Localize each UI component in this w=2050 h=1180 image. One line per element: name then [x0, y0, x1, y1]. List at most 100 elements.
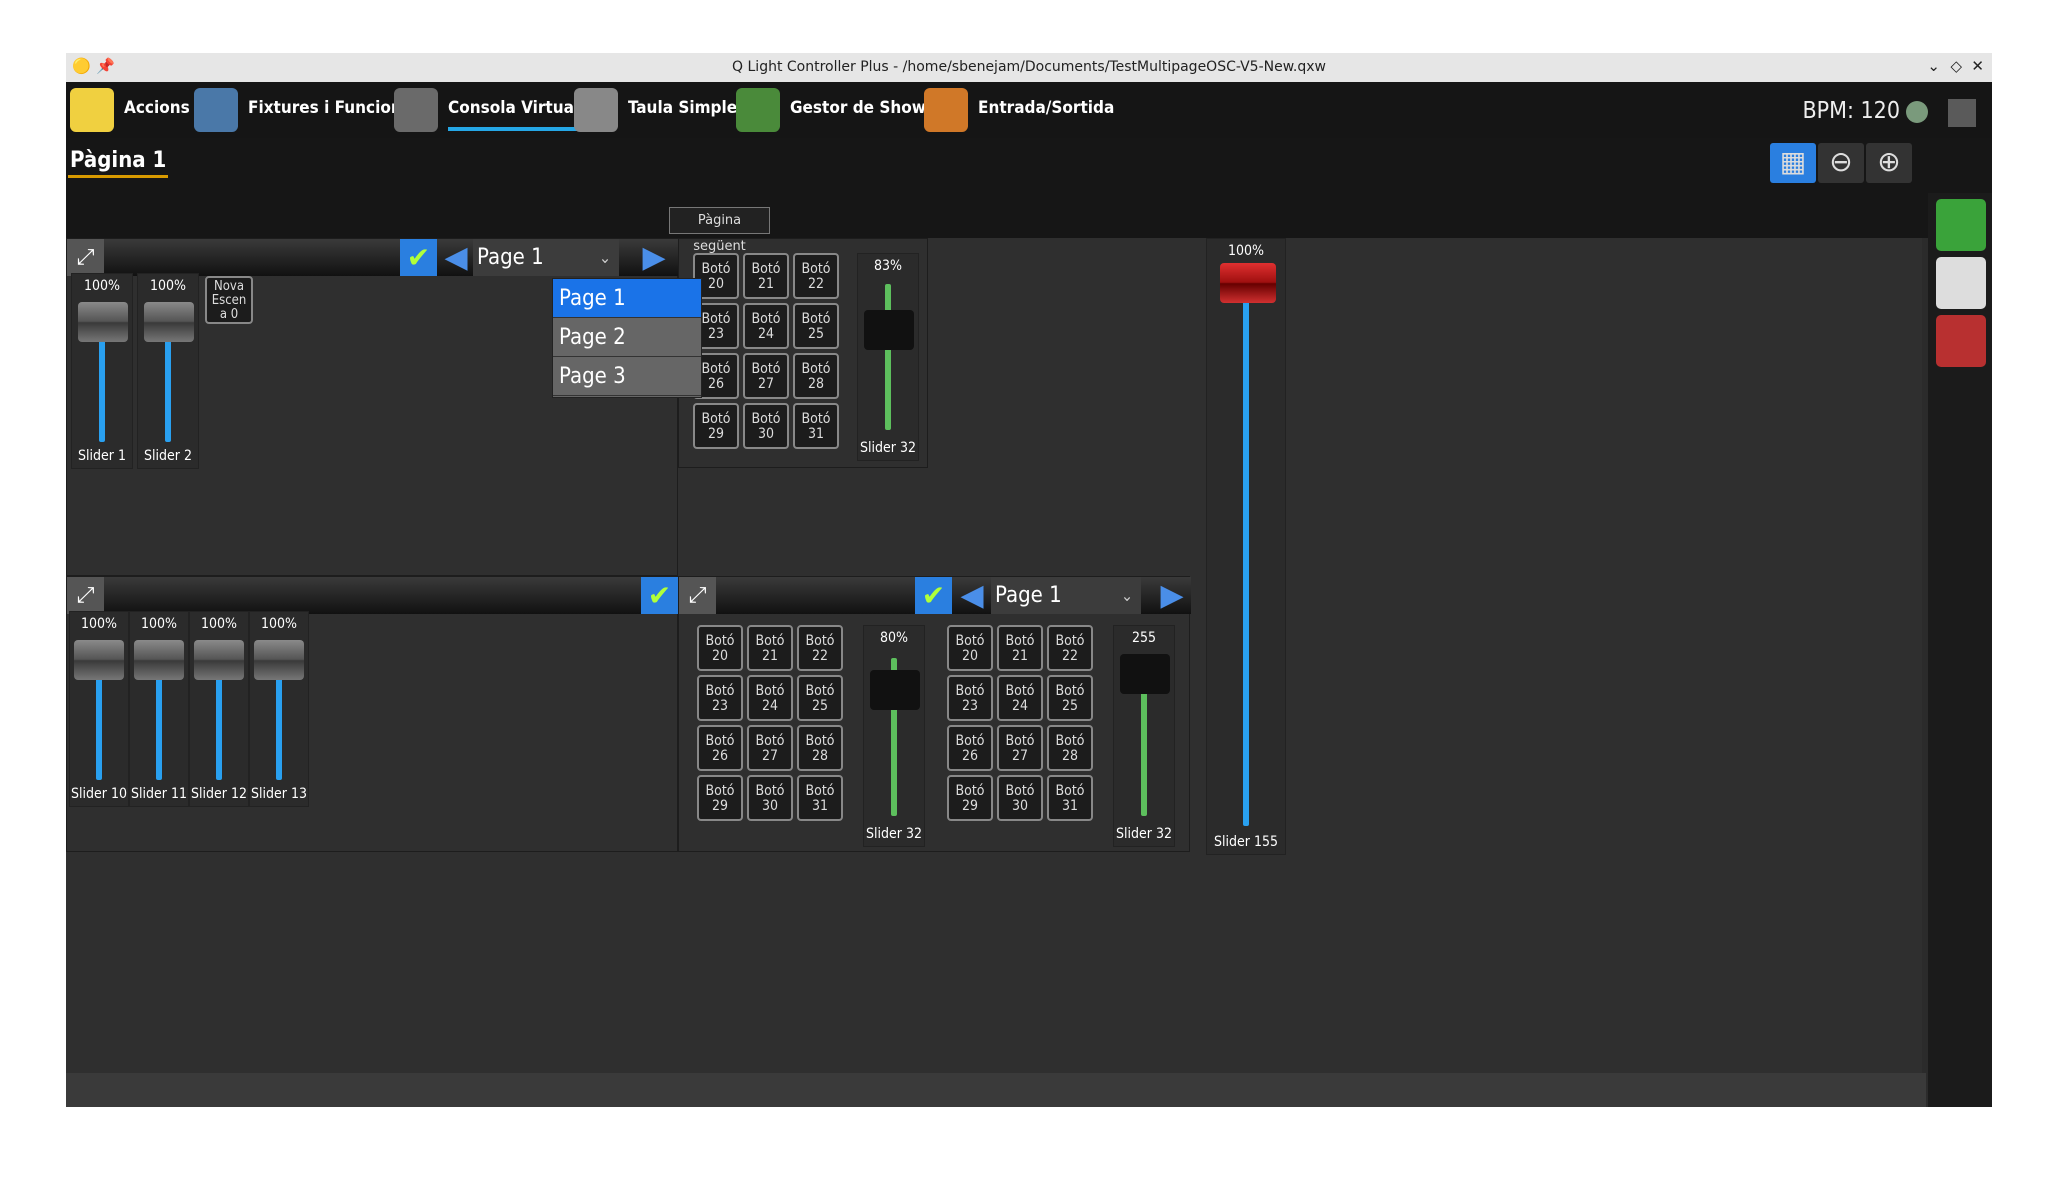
grid-button[interactable]: Botó 27	[747, 725, 793, 771]
grid-button[interactable]: Botó 28	[797, 725, 843, 771]
grid-button[interactable]: Botó 20	[947, 625, 993, 671]
slider-155[interactable]: 100% Slider 155	[1206, 238, 1286, 855]
previous-page-arrow-icon[interactable]: ◀	[955, 579, 989, 613]
grid-button[interactable]: Botó 30	[997, 775, 1043, 821]
slider[interactable]: 100% Slider 2	[137, 273, 199, 469]
slider[interactable]: 83% Slider 32	[857, 253, 919, 461]
grid-button[interactable]: Botó 29	[947, 775, 993, 821]
previous-page-arrow-icon[interactable]: ◀	[439, 241, 473, 275]
collapse-icon[interactable]: ⤢	[67, 239, 104, 276]
grid-button[interactable]: Botó 30	[743, 403, 789, 449]
grid-button[interactable]: Botó 31	[793, 403, 839, 449]
page-select[interactable]: Page 1 ⌄	[991, 577, 1141, 614]
grid-button[interactable]: Botó 22	[1047, 625, 1093, 671]
slider-knob[interactable]	[254, 640, 304, 680]
lightbulb-icon	[70, 88, 114, 132]
enable-checkmark-icon[interactable]: ✔	[915, 577, 952, 614]
grid-button[interactable]: Botó 23	[947, 675, 993, 721]
bpm-label[interactable]: BPM: 120	[1802, 98, 1900, 124]
cubes-icon[interactable]	[1936, 315, 1986, 367]
grid-button[interactable]: Botó 31	[797, 775, 843, 821]
enable-checkmark-icon[interactable]: ✔	[400, 239, 437, 276]
frame-header[interactable]	[67, 577, 679, 614]
collapse-icon[interactable]: ⤢	[679, 577, 716, 614]
grid-button[interactable]: Botó 23	[697, 675, 743, 721]
grid-button[interactable]: Botó 25	[797, 675, 843, 721]
grid-icon[interactable]: ▦	[1770, 143, 1816, 183]
grid-button[interactable]: Botó 22	[797, 625, 843, 671]
next-page-tooltip: Pàgina següent	[669, 207, 770, 254]
grid-button[interactable]: Botó 20	[697, 625, 743, 671]
grid-button[interactable]: Botó 25	[793, 303, 839, 349]
slider[interactable]: 255 Slider 32	[1113, 625, 1175, 847]
grid-button[interactable]: Botó 26	[947, 725, 993, 771]
right-toolbar	[1928, 193, 1992, 1107]
tab-input-output[interactable]: Entrada/Sortida	[924, 82, 1114, 138]
grid-button[interactable]: Botó 24	[747, 675, 793, 721]
zoom-in-icon[interactable]: ⊕	[1866, 143, 1912, 183]
grid-button[interactable]: Botó 28	[1047, 725, 1093, 771]
slider[interactable]: 100% Slider 1	[71, 273, 133, 469]
sliders-frame: ⤢ ✔ 100% Slider 10 100% Slider 11 100% Slider…	[66, 576, 679, 852]
fixtures-icon	[194, 88, 238, 132]
page-bar	[66, 138, 1992, 238]
tab-actions[interactable]: Accions	[70, 82, 190, 138]
grid-button[interactable]: Botó 31	[1047, 775, 1093, 821]
tab-virtual-console[interactable]: Consola Virtual	[394, 82, 580, 138]
next-page-arrow-icon[interactable]: ▶	[637, 241, 671, 275]
slider[interactable]: 80% Slider 32	[863, 625, 925, 847]
arrows-icon	[924, 88, 968, 132]
minimize-button[interactable]: ⌄	[1927, 57, 1940, 75]
grid-button[interactable]: Botó 21	[997, 625, 1043, 671]
horizontal-scrollbar[interactable]	[66, 1073, 1926, 1107]
grid-button[interactable]: Botó 21	[747, 625, 793, 671]
grid-button[interactable]: Botó 29	[693, 403, 739, 449]
title-bar: 🟡 📌 Q Light Controller Plus - /home/sben…	[66, 53, 1992, 82]
slider[interactable]: 100% Slider 10	[69, 611, 129, 807]
page-option[interactable]: Page 1	[553, 279, 701, 318]
tab-show-manager[interactable]: Gestor de Shows	[736, 82, 935, 138]
slider-knob[interactable]	[74, 640, 124, 680]
grid-button[interactable]: Botó 25	[1047, 675, 1093, 721]
close-button[interactable]: ✕	[1971, 57, 1984, 75]
grid-button[interactable]: Botó 24	[997, 675, 1043, 721]
console-icon	[394, 88, 438, 132]
maximize-button[interactable]: ◇	[1950, 57, 1962, 75]
grid-button[interactable]: Botó 27	[743, 353, 789, 399]
collapse-icon[interactable]: ⤢	[67, 577, 104, 614]
page-option[interactable]: Page 3	[553, 357, 701, 396]
slider-knob[interactable]	[144, 302, 194, 342]
grid-button[interactable]: Botó 22	[793, 253, 839, 299]
scene-button[interactable]: Nova Escen a 0	[205, 276, 253, 324]
tab-simple-desk[interactable]: Taula Simple	[574, 82, 737, 138]
grid-button[interactable]: Botó 30	[747, 775, 793, 821]
slider-knob[interactable]	[78, 302, 128, 342]
grid-button[interactable]: Botó 21	[743, 253, 789, 299]
grid-button[interactable]: Botó 29	[697, 775, 743, 821]
virtual-console-canvas: ⤢ ✔ ◀ Page 1 ⌄ ▶ 100% Slider 1 100% Slide…	[66, 238, 1922, 1107]
slider-knob[interactable]	[1220, 263, 1276, 303]
page-tab[interactable]: Pàgina 1	[68, 148, 169, 178]
page-dropdown[interactable]: Page 1 Page 2 Page 3	[552, 278, 702, 398]
slider[interactable]: 100% Slider 12	[189, 611, 249, 807]
zoom-out-icon[interactable]: ⊖	[1818, 143, 1864, 183]
grid-button[interactable]: Botó 24	[743, 303, 789, 349]
page-select[interactable]: Page 1 ⌄	[473, 239, 619, 276]
add-widget-icon[interactable]	[1936, 199, 1986, 251]
grid-button[interactable]: Botó 27	[997, 725, 1043, 771]
multipage-frame: ⤢ ✔ ◀ Page 1 ⌄ ▶ Botó 20 Botó 21 Botó 22 Botó 23…	[678, 576, 1191, 852]
slider-knob[interactable]	[134, 640, 184, 680]
page-option[interactable]: Page 2	[553, 318, 701, 357]
grid-button[interactable]: Botó 26	[697, 725, 743, 771]
enable-checkmark-icon[interactable]: ✔	[641, 577, 678, 614]
stop-button[interactable]	[1948, 99, 1976, 127]
app-window: 🟡 📌 Q Light Controller Plus - /home/sben…	[66, 53, 1992, 1107]
edit-icon[interactable]	[1936, 257, 1986, 309]
slider[interactable]: 100% Slider 13	[249, 611, 309, 807]
main-toolbar: Accions Fixtures i Funcions Consola Virt…	[66, 82, 1992, 138]
slider-knob[interactable]	[194, 640, 244, 680]
slider[interactable]: 100% Slider 11	[129, 611, 189, 807]
grid-button[interactable]: Botó 28	[793, 353, 839, 399]
next-page-arrow-icon[interactable]: ▶	[1155, 579, 1189, 613]
window-title: Q Light Controller Plus - /home/sbenejam…	[732, 59, 1326, 75]
